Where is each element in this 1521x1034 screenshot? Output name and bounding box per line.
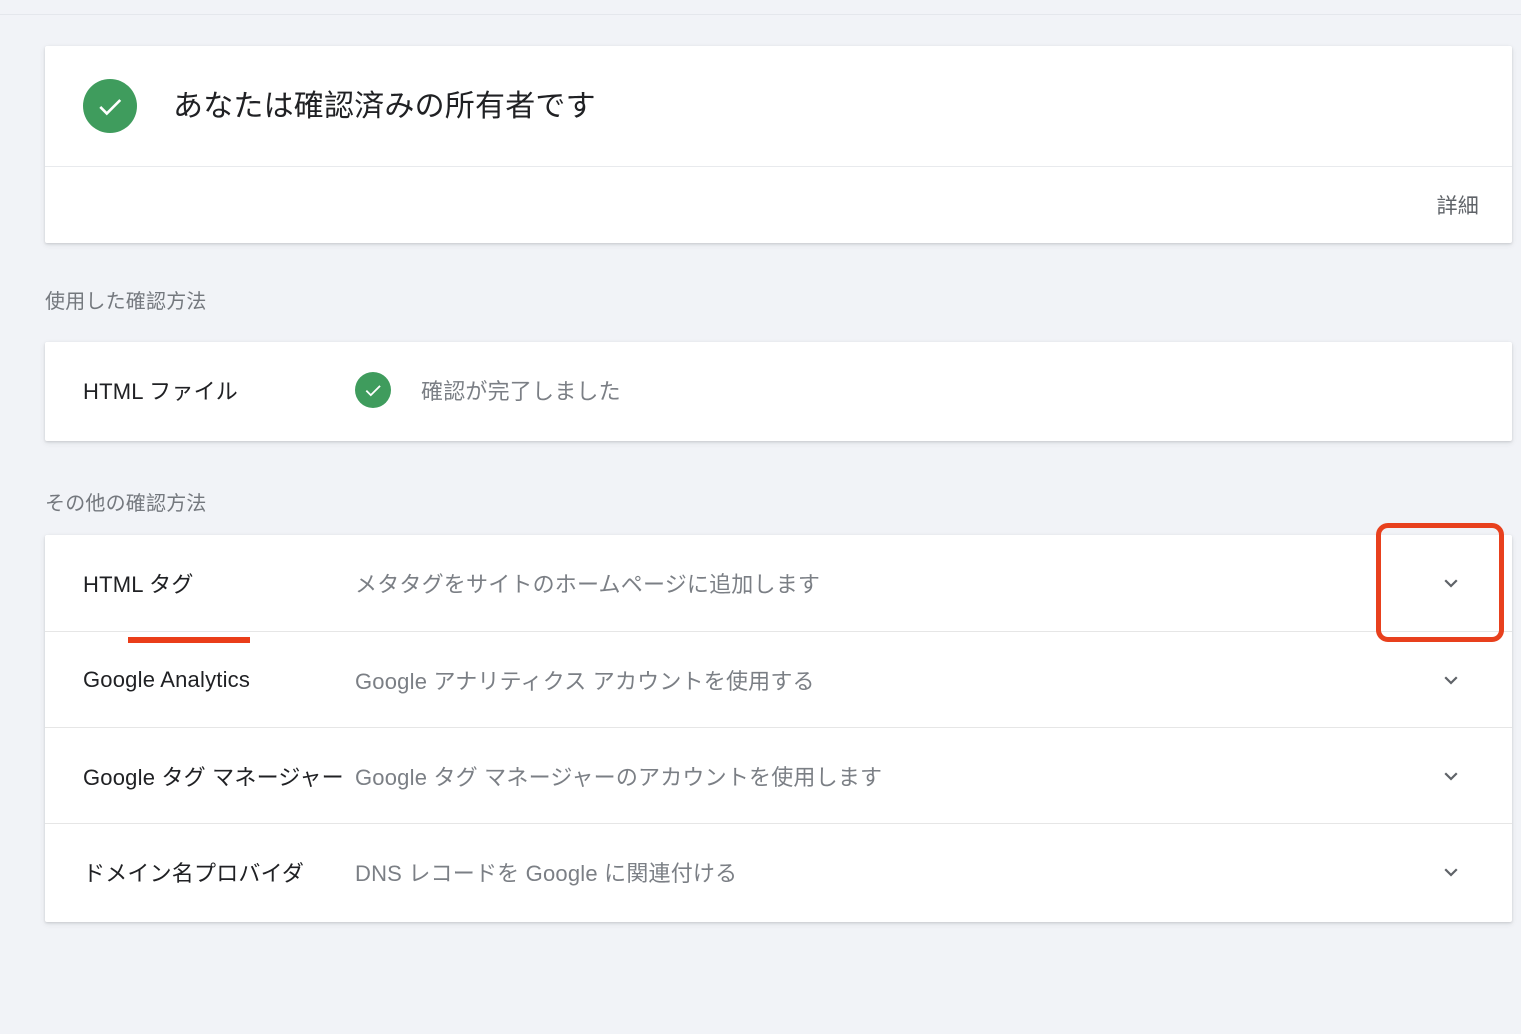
owner-status-title: あなたは確認済みの所有者です: [173, 89, 596, 123]
other-method-name: ドメイン名プロバイダ: [83, 860, 305, 886]
used-method-status-group: 確認が完了しました: [355, 372, 621, 408]
other-method-name: HTML タグ: [45, 567, 355, 643]
check-circle-icon: [83, 79, 137, 133]
other-method-name-text: HTML タグ: [83, 572, 194, 597]
other-methods-heading: その他の確認方法: [45, 493, 207, 515]
other-method-row-google-analytics[interactable]: Google Analytics Google アナリティクス アカウントを使用…: [45, 631, 1512, 727]
other-method-name: Google Analytics: [83, 666, 251, 692]
other-method-description: メタタグをサイトのホームページに追加します: [355, 572, 821, 597]
other-method-row-html-tag[interactable]: HTML タグ メタタグをサイトのホームページに追加します: [45, 535, 1512, 643]
chevron-down-icon[interactable]: [1438, 667, 1464, 693]
used-method-status-text: 確認が完了しました: [421, 379, 621, 404]
other-method-description: DNS レコードを Google に関連付ける: [355, 860, 738, 886]
owner-status-header: あなたは確認済みの所有者です: [45, 46, 1512, 166]
used-methods-heading: 使用した確認方法: [45, 291, 207, 313]
details-link[interactable]: 詳細: [1437, 190, 1479, 220]
used-method-card: HTML ファイル 確認が完了しました: [45, 342, 1512, 441]
used-method-row: HTML ファイル 確認が完了しました: [45, 342, 1512, 438]
chevron-down-icon[interactable]: [1438, 570, 1464, 596]
other-method-row-tag-manager[interactable]: Google タグ マネージャー Google タグ マネージャーのアカウントを…: [45, 727, 1512, 823]
other-methods-card: HTML タグ メタタグをサイトのホームページに追加します Google Ana…: [45, 535, 1512, 922]
used-method-name: HTML ファイル: [83, 379, 238, 404]
check-circle-icon: [355, 372, 391, 408]
other-method-row-domain-provider[interactable]: ドメイン名プロバイダ DNS レコードを Google に関連付ける: [45, 823, 1512, 919]
other-method-description: Google タグ マネージャーのアカウントを使用します: [355, 764, 883, 790]
owner-status-footer: 詳細: [45, 167, 1512, 243]
chevron-down-icon[interactable]: [1438, 859, 1464, 885]
other-method-description: Google アナリティクス アカウントを使用する: [355, 668, 815, 694]
other-method-name: Google タグ マネージャー: [83, 764, 344, 790]
chevron-down-icon[interactable]: [1438, 763, 1464, 789]
used-method-status: 確認が完了しました: [355, 372, 1512, 408]
owner-status-card: あなたは確認済みの所有者です 詳細: [45, 46, 1512, 243]
page-top-divider: [0, 14, 1521, 15]
